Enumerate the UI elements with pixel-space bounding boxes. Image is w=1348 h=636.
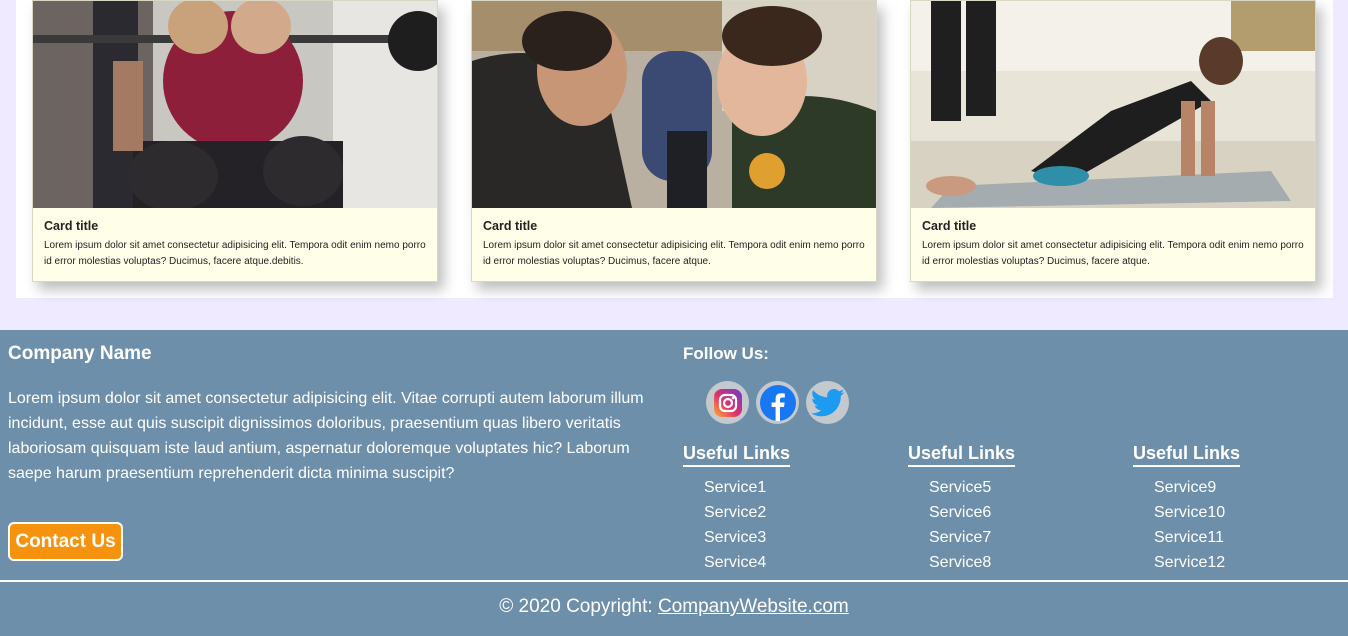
copyright-text: © 2020 Copyright:: [499, 596, 658, 617]
footer-link-service10[interactable]: Service10: [1154, 500, 1240, 525]
social-icons: [706, 381, 849, 424]
instagram-icon[interactable]: [706, 381, 749, 424]
footer-link-service5[interactable]: Service5: [929, 475, 1015, 500]
footer-link-service3[interactable]: Service3: [704, 525, 790, 550]
card-text: Lorem ipsum dolor sit amet consectetur a…: [483, 240, 865, 267]
footer-link-service8[interactable]: Service8: [929, 550, 1015, 575]
cards-section: Card title Lorem ipsum dolor sit amet co…: [16, 0, 1333, 298]
useful-links-column: Useful Links Service9 Service10 Service1…: [1133, 443, 1241, 575]
footer-link-service6[interactable]: Service6: [929, 500, 1015, 525]
card-image-yoga: [911, 1, 1315, 208]
card-title: Card title: [483, 219, 538, 233]
facebook-icon[interactable]: [756, 381, 799, 424]
card-title: Card title: [44, 219, 99, 233]
useful-links-title: Useful Links: [1133, 443, 1241, 467]
company-website-link[interactable]: CompanyWebsite.com: [658, 596, 849, 617]
useful-links-column: Useful Links Service5 Service6 Service7 …: [908, 443, 1016, 575]
company-description: Lorem ipsum dolor sit amet consectetur a…: [8, 390, 644, 482]
card-image-weightlifting: [33, 1, 437, 208]
footer-divider: [0, 580, 1348, 582]
company-name: Company Name: [8, 343, 152, 364]
card-image-boxing: [472, 1, 876, 208]
footer-link-service9[interactable]: Service9: [1154, 475, 1240, 500]
follow-us-title: Follow Us:: [683, 344, 769, 363]
card: Card title Lorem ipsum dolor sit amet co…: [471, 0, 877, 282]
footer-link-service4[interactable]: Service4: [704, 550, 790, 575]
useful-links-column: Useful Links Service1 Service2 Service3 …: [683, 443, 791, 575]
card: Card title Lorem ipsum dolor sit amet co…: [910, 0, 1316, 282]
footer-link-service11[interactable]: Service11: [1154, 525, 1240, 550]
card: Card title Lorem ipsum dolor sit amet co…: [32, 0, 438, 282]
useful-links-title: Useful Links: [683, 443, 791, 467]
footer-link-service2[interactable]: Service2: [704, 500, 790, 525]
card-text: Lorem ipsum dolor sit amet consectetur a…: [44, 240, 426, 267]
footer-link-service12[interactable]: Service12: [1154, 550, 1240, 575]
card-text: Lorem ipsum dolor sit amet consectetur a…: [922, 240, 1304, 267]
footer: Company Name Lorem ipsum dolor sit amet …: [0, 330, 1348, 636]
useful-links-title: Useful Links: [908, 443, 1016, 467]
card-title: Card title: [922, 219, 977, 233]
contact-us-button[interactable]: Contact Us: [8, 522, 123, 561]
twitter-icon[interactable]: [806, 381, 849, 424]
copyright: © 2020 Copyright: CompanyWebsite.com: [0, 596, 1348, 618]
footer-link-service1[interactable]: Service1: [704, 475, 790, 500]
footer-link-service7[interactable]: Service7: [929, 525, 1015, 550]
